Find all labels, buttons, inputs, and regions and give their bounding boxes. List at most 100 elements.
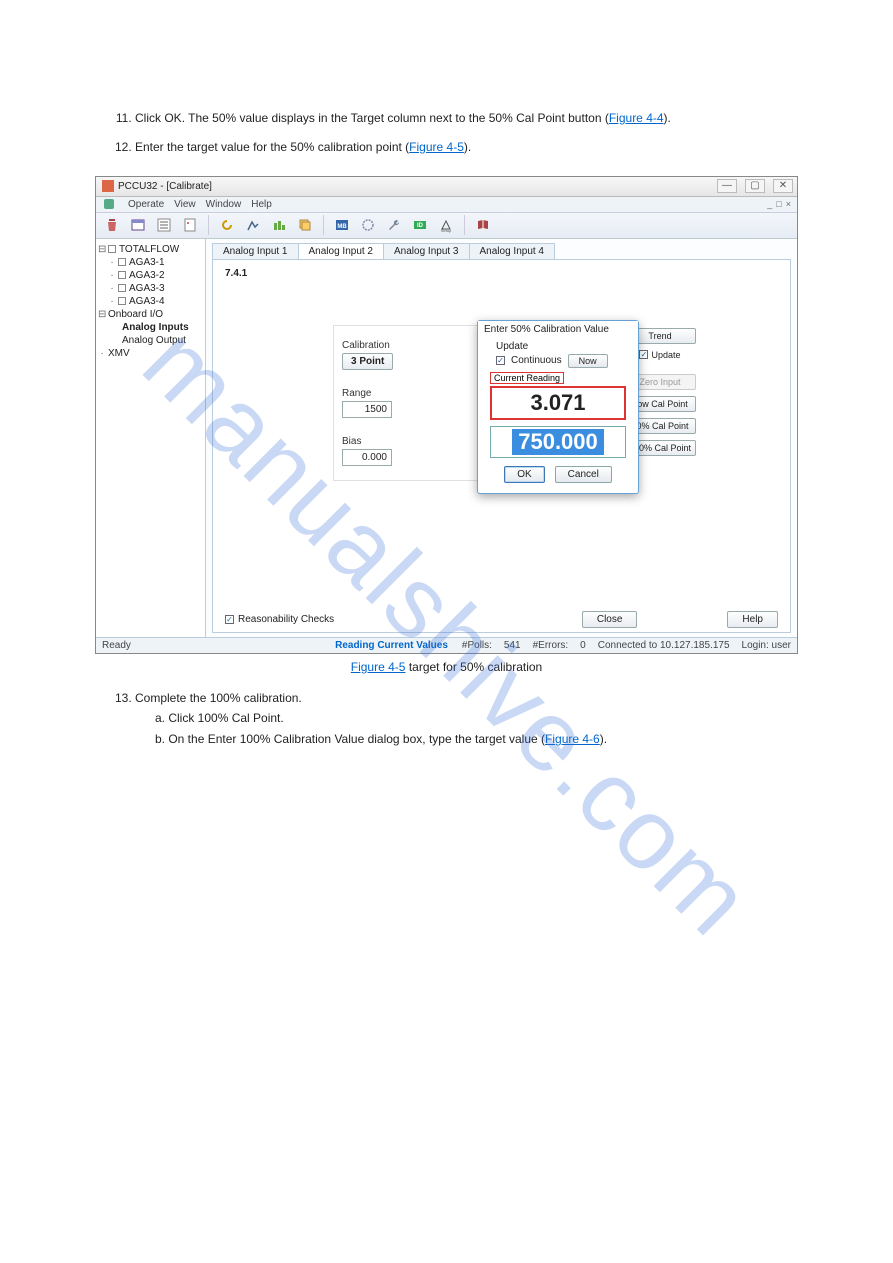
tabstrip: Analog Input 1 Analog Input 2 Analog Inp… — [212, 243, 791, 260]
tab-ai3[interactable]: Analog Input 3 — [383, 243, 470, 260]
menubar: Operate View Window Help _ □ × — [96, 197, 797, 213]
stack-icon[interactable] — [295, 215, 315, 235]
step-13b: b. On the Enter 100% Calibration Value d… — [155, 731, 798, 748]
reasonability-checkbox[interactable]: ✓ — [225, 615, 234, 624]
tool1-icon[interactable] — [243, 215, 263, 235]
help-button[interactable]: Help — [727, 611, 778, 628]
update-checkbox[interactable]: ✓ — [639, 350, 648, 359]
status-errors: 0 — [580, 640, 586, 651]
tree-collapse-icon[interactable]: ⊟ — [98, 244, 106, 255]
tree-expand-icon[interactable]: ⊟ — [98, 309, 106, 320]
menu-window[interactable]: Window — [206, 199, 242, 210]
step-11-ok: OK — [164, 111, 181, 125]
tree-aga4[interactable]: AGA3-4 — [129, 296, 165, 307]
list-icon[interactable] — [154, 215, 174, 235]
step-12-text-b: ). — [464, 140, 471, 154]
tree-xmv[interactable]: XMV — [108, 348, 130, 359]
app-window: PCCU32 - [Calibrate] — ▢ ✕ Operate View … — [95, 176, 798, 654]
titlebar: PCCU32 - [Calibrate] — ▢ ✕ — [96, 177, 797, 197]
status-polls-label: #Polls: — [462, 640, 492, 651]
tree-ai[interactable]: Analog Inputs — [122, 322, 189, 333]
status-polls: 541 — [504, 640, 521, 651]
status-errors-label: #Errors: — [533, 640, 569, 651]
continuous-checkbox[interactable]: ✓ — [496, 356, 505, 365]
bias-input[interactable]: 0.000 — [342, 449, 392, 466]
tree-onboard[interactable]: Onboard I/O — [108, 309, 163, 320]
close-panel-button[interactable]: Close — [582, 611, 638, 628]
tab-ai4[interactable]: Analog Input 4 — [469, 243, 556, 260]
tool2-icon[interactable] — [269, 215, 289, 235]
step-13-main: Complete the 100% calibration. — [135, 691, 302, 705]
step-list: Click OK. The 50% value displays in the … — [95, 110, 798, 156]
app-icon — [102, 180, 114, 192]
step-13a: a. Click 100% Cal Point. — [155, 710, 798, 727]
reasonability-label: Reasonability Checks — [238, 614, 334, 625]
figure-number[interactable]: Figure 4-5 — [351, 660, 406, 674]
tree-aga2[interactable]: AGA3-2 — [129, 270, 165, 281]
three-point-button[interactable]: 3 Point — [342, 353, 393, 370]
continuous-label: Continuous — [511, 355, 562, 366]
step-12-text-a: Enter the target value for the 50% calib… — [135, 140, 409, 154]
value-input[interactable]: 750.000 — [490, 426, 626, 458]
nav-tree[interactable]: ⊟TOTALFLOW ·AGA3-1 ·AGA3-2 ·AGA3-3 ·AGA3… — [96, 239, 206, 637]
maximize-button[interactable]: ▢ — [745, 179, 765, 193]
tab-panel: 7.4.1 Calibration 3 Point Range 1500 Bia… — [212, 259, 791, 633]
svg-text:MB: MB — [337, 224, 347, 230]
now-button[interactable]: Now — [568, 354, 608, 368]
figure-text: target for 50% calibration — [409, 660, 542, 674]
status-login: Login: user — [742, 640, 791, 651]
current-reading-value: 3.071 — [490, 386, 626, 420]
step-13b-2: ). — [600, 732, 607, 746]
id-icon[interactable]: ID — [410, 215, 430, 235]
menu-operate[interactable]: Operate — [128, 199, 164, 210]
status-reading: Reading Current Values — [335, 640, 448, 651]
current-reading-label: Current Reading — [490, 372, 564, 384]
step-13b-figref[interactable]: Figure 4-6 — [545, 732, 600, 746]
setup-icon[interactable]: Setup — [436, 215, 456, 235]
step-13b-1: b. On the Enter 100% Calibration Value d… — [155, 732, 545, 746]
step-11-text-a: Click — [135, 111, 164, 125]
value-input-text: 750.000 — [512, 429, 604, 455]
book-icon[interactable] — [473, 215, 493, 235]
step-12: Enter the target value for the 50% calib… — [135, 139, 798, 156]
step-11-figref[interactable]: Figure 4-4 — [609, 111, 664, 125]
step-12-figref[interactable]: Figure 4-5 — [409, 140, 464, 154]
svg-text:ID: ID — [417, 223, 424, 229]
tree-root[interactable]: TOTALFLOW — [119, 244, 179, 255]
dialog-title: Enter 50% Calibration Value — [478, 321, 638, 337]
tree-aga1[interactable]: AGA3-1 — [129, 257, 165, 268]
dialog-update-label: Update — [496, 341, 630, 352]
ok-button[interactable]: OK — [504, 466, 544, 483]
window-title: PCCU32 - [Calibrate] — [118, 181, 212, 192]
tab-ai2[interactable]: Analog Input 2 — [298, 243, 385, 260]
statusbar: Ready Reading Current Values #Polls: 541… — [96, 637, 797, 653]
tab-ai1[interactable]: Analog Input 1 — [212, 243, 299, 260]
tree-aga3[interactable]: AGA3-3 — [129, 283, 165, 294]
step-11-text-c: . The 50% value displays in the Target c… — [182, 111, 609, 125]
step-11: Click OK. The 50% value displays in the … — [135, 110, 798, 127]
wrench-icon[interactable] — [384, 215, 404, 235]
calendar-icon[interactable] — [128, 215, 148, 235]
update-label: Update — [651, 350, 680, 360]
refresh-icon[interactable] — [217, 215, 237, 235]
sheet-icon[interactable] — [180, 215, 200, 235]
cancel-button[interactable]: Cancel — [555, 466, 612, 483]
mb-icon[interactable]: MB — [332, 215, 352, 235]
step-list-2: Complete the 100% calibration. a. Click … — [95, 690, 798, 748]
figure-caption: Figure 4-5 target for 50% calibration — [95, 660, 798, 674]
status-ready: Ready — [102, 640, 131, 651]
step-13: Complete the 100% calibration. a. Click … — [135, 690, 798, 748]
mdi-min[interactable]: _ — [767, 199, 772, 209]
trash-icon[interactable] — [102, 215, 122, 235]
mdi-max[interactable]: □ — [776, 199, 781, 209]
range-input[interactable]: 1500 — [342, 401, 392, 418]
menu-view[interactable]: View — [174, 199, 196, 210]
close-button[interactable]: ✕ — [773, 179, 793, 193]
mdi-icon — [104, 199, 114, 209]
mdi-close[interactable]: × — [786, 199, 791, 209]
svg-text:Setup: Setup — [441, 228, 452, 233]
tree-ao[interactable]: Analog Output — [122, 335, 186, 346]
menu-help[interactable]: Help — [251, 199, 272, 210]
swirl-icon[interactable] — [358, 215, 378, 235]
minimize-button[interactable]: — — [717, 179, 737, 193]
